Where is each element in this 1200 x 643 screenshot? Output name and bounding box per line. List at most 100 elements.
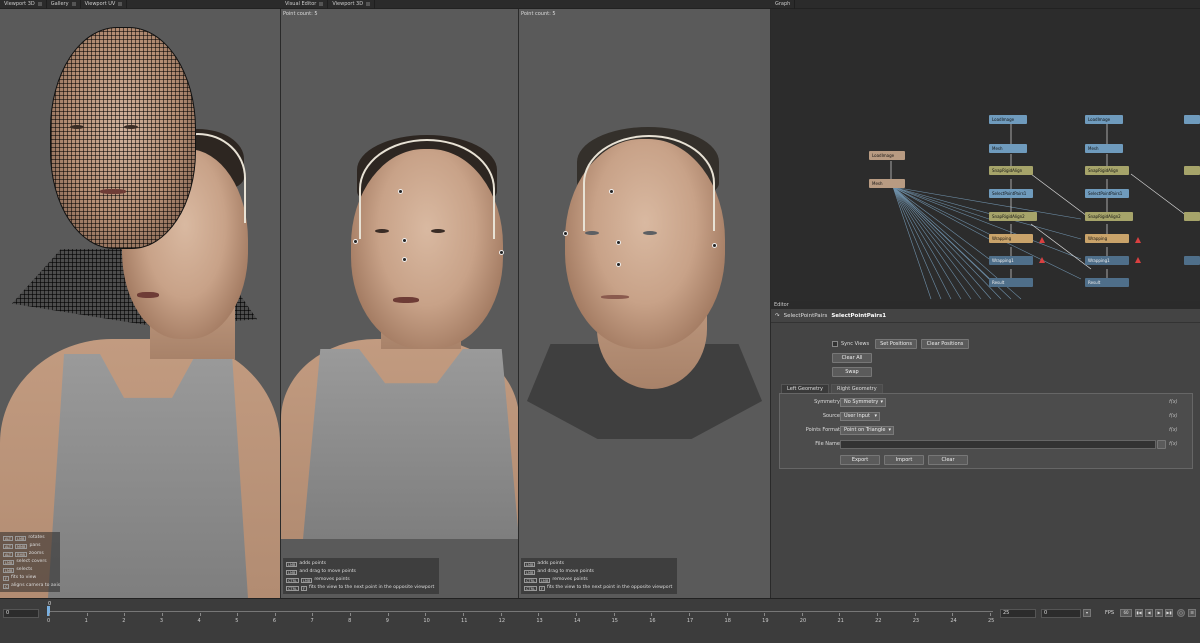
graph-node-partial[interactable] [1184,256,1200,265]
timeline-tick-label: 1 [84,618,88,624]
frame-stepper-icon[interactable]: ▾ [1083,609,1091,617]
correspondence-point[interactable] [499,250,504,255]
source-fx-icon[interactable]: f(x) [1169,413,1178,419]
editor-node-name: SelectPointPairs1 [831,312,887,319]
tab-graph[interactable]: Graph [771,0,796,9]
timeline-tick-mark [387,613,389,616]
swap-button[interactable]: Swap [832,367,872,377]
graph-node-rigidalign-2[interactable]: SnapRigidAlign2 [989,212,1037,221]
tab-viewport-3d[interactable]: Viewport 3D [0,0,47,9]
clear-positions-button[interactable]: Clear Positions [921,339,969,349]
points-format-fx-icon[interactable]: f(x) [1169,427,1178,433]
tab-menu-icon[interactable] [37,2,42,6]
graph-node-wrapping1-3[interactable]: Wrapping1 [1085,256,1129,265]
tab-menu-icon[interactable] [71,2,76,6]
graph-node-wrapping-2[interactable]: Wrapping [989,234,1033,243]
export-button[interactable]: Export [840,455,880,465]
correspondence-point[interactable] [402,238,407,243]
graph-node-mesh-2[interactable]: Mesh [989,144,1027,153]
timeline-settings-icon[interactable]: ☰ [1188,609,1196,617]
browse-file-button[interactable] [1157,440,1166,449]
timeline-track[interactable] [48,611,993,612]
tab-right-geometry[interactable]: Right Geometry [831,384,883,393]
correspondence-point[interactable] [398,189,403,194]
timeline-tick-mark [86,613,88,616]
clear-all-button[interactable]: Clear All [832,353,872,363]
graph-node-result-3[interactable]: Result [1085,278,1129,287]
tab-menu-icon[interactable] [118,2,123,6]
correspondence-point[interactable] [402,257,407,262]
tab-label: Viewport 3D [332,0,364,7]
graph-node-mesh-1[interactable]: Mesh [869,179,905,188]
points-format-dropdown[interactable]: Point on Triangle [840,426,894,435]
help-text: fits to view [11,575,37,580]
symmetry-dropdown[interactable]: No Symmetry [840,398,886,407]
timeline-tick-label: 24 [950,618,957,624]
graph-node-selectpointpairs-2[interactable]: SelectPointPairs1 [989,189,1033,198]
help-row: CTRL Ffits the view to the next point in … [286,584,436,592]
graph-node-partial[interactable] [1184,115,1200,124]
correspondence-point[interactable] [609,189,614,194]
graph-node-wrapping1-2[interactable]: Wrapping1 [989,256,1033,265]
sync-views-checkbox[interactable] [832,341,838,347]
scan-right-eye [431,229,445,233]
go-to-end-icon[interactable]: ▶▮ [1165,609,1173,617]
frame-input[interactable]: 0 [1041,609,1081,618]
tab-visual-editor[interactable]: Visual Editor [281,0,329,9]
timeline-start-input[interactable]: 0 [3,609,39,618]
correspondence-point[interactable] [616,262,621,267]
timeline-tick-label: 5 [235,618,239,624]
visual-editor-right-viewport[interactable]: Point count: 5 LMB adds points LMB and dra… [519,9,771,598]
source-dropdown[interactable]: User Input [840,412,880,421]
key-icon: LMB [538,577,551,583]
graph-node-loadimage-2[interactable]: LoadImage [989,115,1027,124]
timeline-end-input[interactable]: 25 [1000,609,1036,618]
node-graph[interactable]: LoadImage Mesh LoadImage Mesh SnapRigidA… [771,9,1200,301]
graph-node-selectpointpairs-3[interactable]: SelectPointPairs1 [1085,189,1129,198]
graph-node-rigidalign-3[interactable]: SnapRigidAlign2 [1085,212,1133,221]
graph-node-partial[interactable] [1184,212,1200,221]
set-positions-button[interactable]: Set Positions [875,339,917,349]
step-back-icon[interactable]: ◀ [1145,609,1153,617]
tab-gallery[interactable]: Gallery [47,0,81,9]
viewport-3d-left[interactable]: ALT LMB rotates ALT MMB pans ALT RMB zooms LMB… [0,9,281,598]
file-name-fx-icon[interactable]: f(x) [1169,441,1178,447]
key-icon: RMB [15,551,27,557]
graph-node-loadimage-3[interactable]: LoadImage [1085,115,1123,124]
clear-button[interactable]: Clear [928,455,968,465]
help-text: rotates [28,535,45,540]
timeline-tick-label: 2 [122,618,126,624]
file-name-label: File Name [815,441,840,447]
tab-viewport-3d-2[interactable]: Viewport 3D [328,0,376,9]
symmetry-fx-icon[interactable]: f(x) [1169,399,1178,405]
correspondence-point[interactable] [353,239,358,244]
graph-node-wrapping-3[interactable]: Wrapping [1085,234,1129,243]
import-button[interactable]: Import [884,455,924,465]
correspondence-point[interactable] [563,231,568,236]
graph-node-result-2[interactable]: Result [989,278,1033,287]
go-to-start-icon[interactable]: ▮◀ [1135,609,1143,617]
tab-menu-icon[interactable] [366,2,371,6]
correspondence-point[interactable] [712,243,717,248]
timeline-tick-label: 13 [536,618,543,624]
graph-node-loadimage-1[interactable]: LoadImage [869,151,905,160]
file-name-input[interactable] [840,440,1156,449]
mesh-mouth [100,189,126,194]
timeline-tick-label: 3 [159,618,164,624]
tab-menu-icon[interactable] [319,2,324,6]
graph-node-partial[interactable] [1184,166,1200,175]
graph-node-mesh-3[interactable]: Mesh [1085,144,1123,153]
play-icon[interactable]: ▶ [1155,609,1163,617]
viewport-help-overlay: LMB adds points LMB and drag to move point… [521,558,677,594]
tab-left-geometry[interactable]: Left Geometry [781,384,829,393]
editor-node-icon: ↷ [775,312,780,319]
graph-node-snaprigid-3[interactable]: SnapRigidAlign [1085,166,1129,175]
tab-viewport-uv[interactable]: Viewport UV [81,0,128,9]
loop-icon[interactable]: ○ [1177,609,1185,617]
visual-editor-left-viewport[interactable]: Point count: 5 LMB adds points LMB and dra… [281,9,519,598]
mesh-left-eye [70,125,84,129]
correspondence-point[interactable] [616,240,621,245]
fps-value[interactable]: 60 [1120,609,1132,617]
timeline-tick-label: 19 [762,618,769,624]
graph-node-snaprigid-2[interactable]: SnapRigidAlign [989,166,1033,175]
